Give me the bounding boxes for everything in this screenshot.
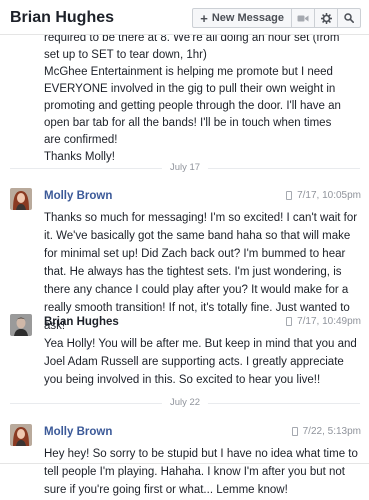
video-call-button[interactable] [291, 8, 315, 28]
message-line: McGhee Entertainment is helping me promo… [44, 66, 333, 78]
partial-message-body: required to be there at 8. We're all doi… [44, 35, 360, 166]
message-line: set up to SET to tear down, 1hr) [44, 49, 207, 61]
search-icon [344, 13, 354, 23]
date-divider: July 22 [10, 397, 360, 409]
message-timestamp: 7/22, 5:13pm [302, 426, 361, 437]
message-line: required to be there at 8. We're all doi… [44, 35, 340, 44]
new-message-button[interactable]: + New Message [192, 8, 292, 28]
mobile-phone-icon [286, 317, 293, 326]
date-divider-label: July 17 [161, 162, 209, 173]
message-line: open bar tab for all the bands! I'll be … [44, 117, 332, 129]
message-thread[interactable]: required to be there at 8. We're all doi… [0, 35, 369, 500]
message-line: EVERYONE involved in the gig to pull the… [44, 83, 336, 95]
sender-name[interactable]: Molly Brown [44, 426, 112, 438]
plus-icon: + [200, 10, 208, 26]
gear-icon [320, 12, 332, 24]
new-message-label: New Message [211, 12, 284, 24]
sender-name[interactable]: Molly Brown [44, 190, 112, 202]
search-button[interactable] [337, 8, 361, 28]
message-body: Yea Holly! You will be after me. But kee… [44, 338, 357, 386]
message-timestamp: 7/17, 10:05pm [297, 190, 361, 201]
conversation-title: Brian Hughes [10, 9, 115, 26]
conversation-header: Brian Hughes + New Message [0, 0, 369, 35]
video-icon [297, 15, 309, 21]
message-line: promoting and getting people through the… [44, 100, 341, 112]
message-meta: 7/22, 5:13pm [291, 426, 361, 437]
message-meta: 7/17, 10:49pm [286, 316, 361, 327]
message-line: are confirmed! [44, 134, 118, 146]
settings-button[interactable] [314, 8, 338, 28]
message-body: Hey hey! So sorry to be stupid but I hav… [44, 448, 358, 496]
message-timestamp: 7/17, 10:49pm [297, 316, 361, 327]
date-divider-label: July 22 [161, 397, 209, 408]
avatar[interactable] [10, 424, 32, 446]
avatar[interactable] [10, 188, 32, 210]
composer-border [0, 463, 369, 464]
date-divider: July 17 [10, 162, 360, 174]
sender-name[interactable]: Brian Hughes [44, 316, 119, 328]
mobile-phone-icon [286, 191, 293, 200]
avatar[interactable] [10, 314, 32, 336]
header-toolbar: + New Message [192, 8, 361, 28]
mobile-phone-icon [291, 427, 298, 436]
message-meta: 7/17, 10:05pm [286, 190, 361, 201]
